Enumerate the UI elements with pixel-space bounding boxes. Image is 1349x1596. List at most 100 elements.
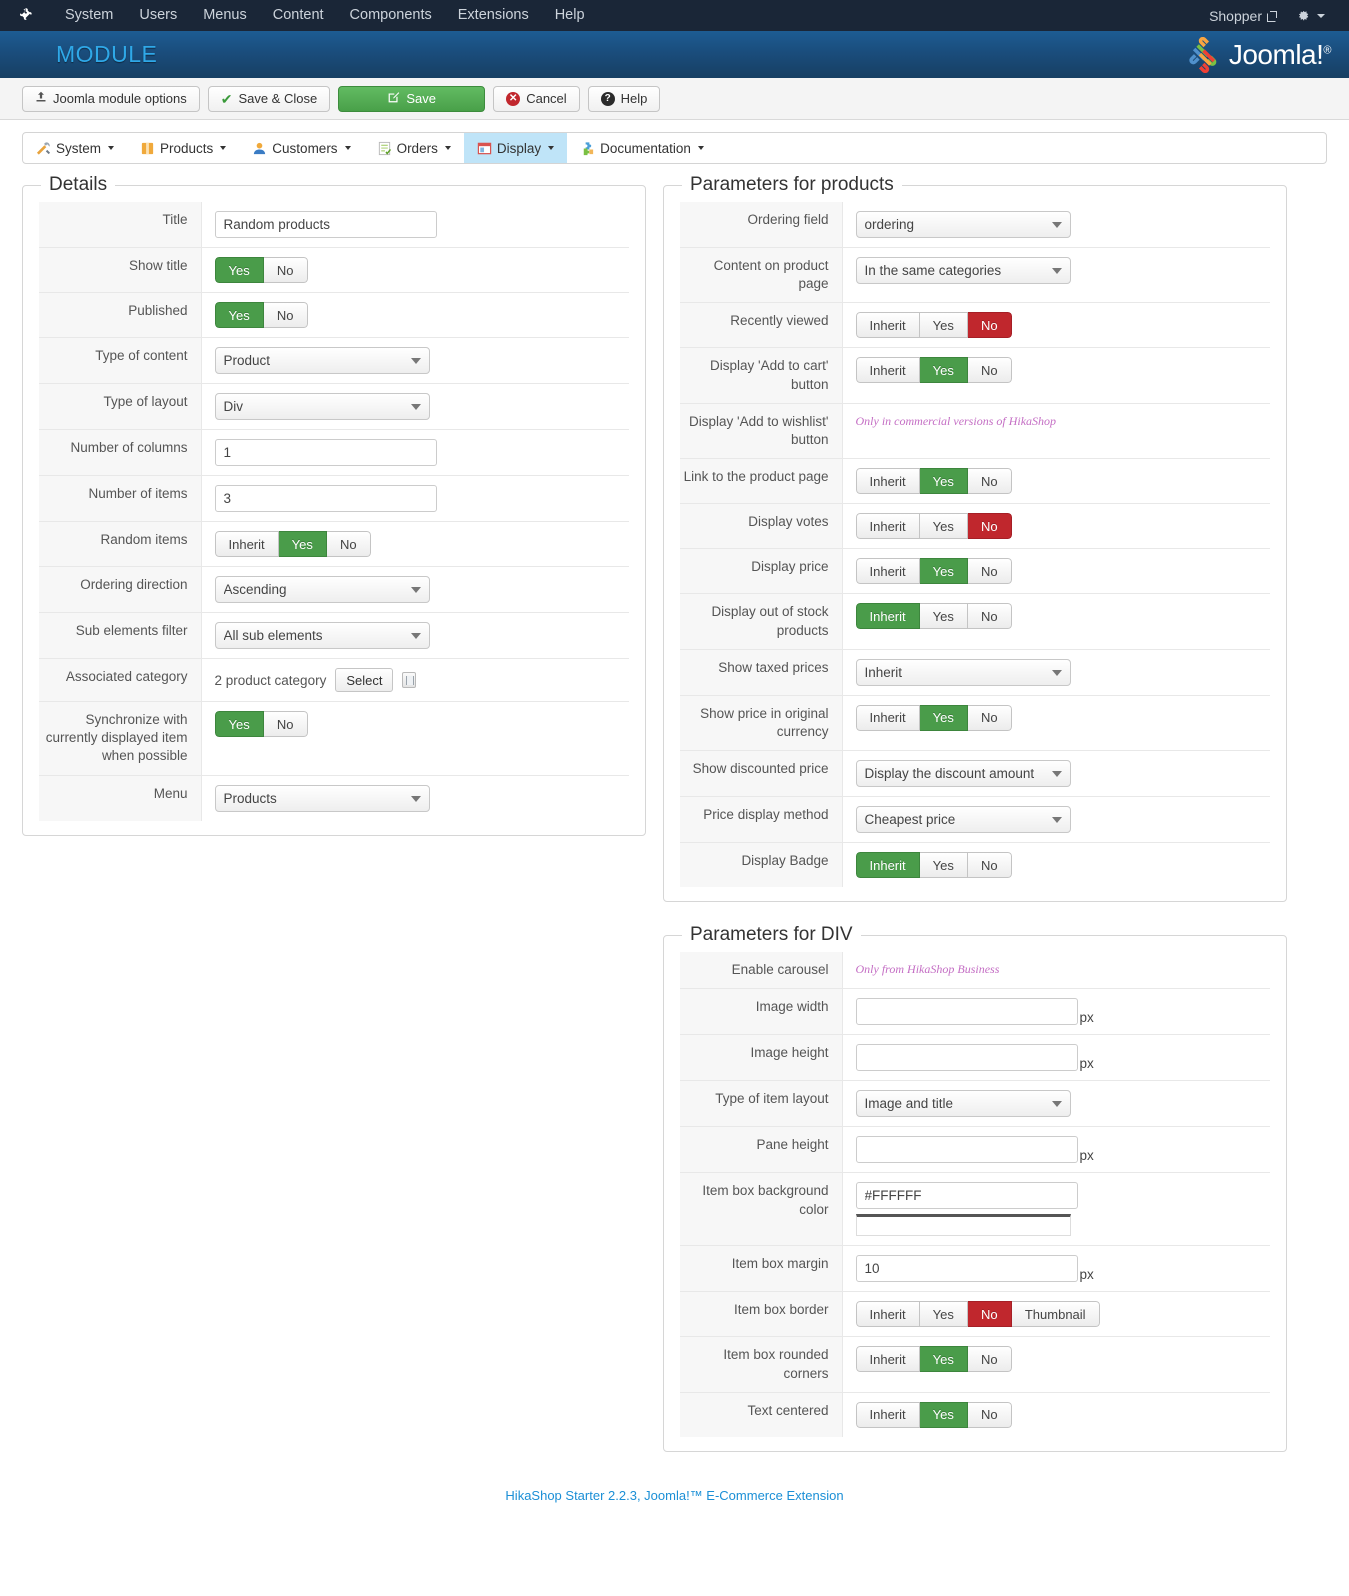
toggle-option-no[interactable]: No	[967, 1301, 1012, 1328]
submenu-item-display[interactable]: Display	[463, 133, 568, 163]
nav-item-help[interactable]: Help	[542, 0, 598, 31]
nav-item-extensions[interactable]: Extensions	[445, 0, 542, 31]
toggle-option-yes[interactable]: Yes	[919, 1346, 968, 1373]
show-title-toggle: Yes No	[214, 257, 308, 283]
toggle-option-inherit[interactable]: Inherit	[855, 1301, 920, 1328]
toggle-option-thumbnail[interactable]: Thumbnail	[1011, 1301, 1100, 1328]
toggle-option-no[interactable]: No	[967, 513, 1012, 540]
toggle-option-inherit[interactable]: Inherit	[855, 312, 920, 339]
toggle-option-yes[interactable]: Yes	[919, 468, 968, 495]
submenu-item-documentation[interactable]: Documentation	[567, 133, 717, 163]
field-row-display-add-to-cart: Display 'Add to cart' button Inherit Yes…	[680, 347, 1270, 404]
toggle-option-no[interactable]: No	[967, 357, 1012, 384]
ordering-field-select[interactable]: ordering	[855, 211, 1071, 238]
toggle-option-inherit[interactable]: Inherit	[855, 558, 920, 585]
toggle-option-no[interactable]: No	[967, 1401, 1012, 1428]
toggle-option-yes[interactable]: Yes	[214, 711, 264, 737]
title-input[interactable]	[214, 211, 437, 238]
submenu-item-products[interactable]: Products	[127, 133, 239, 163]
nav-item-system[interactable]: System	[52, 0, 126, 31]
field-row-ordering-field: Ordering field ordering	[680, 202, 1270, 248]
type-of-content-select[interactable]: Product	[214, 347, 430, 374]
joomla-module-options-button[interactable]: Joomla module options	[22, 85, 200, 112]
trash-icon[interactable]	[402, 672, 417, 688]
number-of-items-input[interactable]	[214, 485, 437, 512]
wrench-screwdriver-icon	[36, 141, 51, 155]
toggle-option-inherit[interactable]: Inherit	[855, 704, 920, 731]
toggle-option-inherit[interactable]: Inherit	[855, 468, 920, 495]
toggle-option-no[interactable]: No	[263, 711, 308, 737]
submenu-item-orders[interactable]: Orders	[364, 133, 464, 163]
select-category-button[interactable]: Select	[335, 668, 394, 692]
nav-item-users[interactable]: Users	[126, 0, 190, 31]
ordering-direction-select[interactable]: Ascending	[214, 576, 430, 603]
toggle-option-yes[interactable]: Yes	[919, 852, 968, 879]
save-button[interactable]: Save	[338, 85, 486, 112]
toggle-option-no[interactable]: No	[967, 704, 1012, 731]
show-discounted-price-select[interactable]: Display the discount amount	[855, 760, 1071, 788]
cancel-button[interactable]: ✕ Cancel	[493, 85, 580, 112]
toggle-option-inherit[interactable]: Inherit	[855, 513, 920, 540]
toggle-option-yes[interactable]: Yes	[214, 257, 264, 283]
toggle-option-no[interactable]: No	[967, 852, 1012, 879]
toggle-option-no[interactable]: No	[263, 257, 308, 283]
toggle-option-yes[interactable]: Yes	[919, 603, 968, 630]
field-label: Show title	[39, 247, 202, 293]
show-taxed-prices-select[interactable]: Inherit	[855, 658, 1071, 686]
toggle-option-yes[interactable]: Yes	[919, 312, 968, 339]
field-row-item-box-border: Item box border Inherit Yes No Thumbnail	[680, 1291, 1270, 1337]
pane-height-input[interactable]	[855, 1136, 1078, 1164]
toggle-option-yes[interactable]: Yes	[919, 513, 968, 540]
toggle-option-no[interactable]: No	[967, 558, 1012, 585]
toggle-option-yes[interactable]: Yes	[919, 1301, 968, 1328]
image-height-input[interactable]	[855, 1044, 1078, 1072]
toggle-option-yes[interactable]: Yes	[919, 1401, 968, 1428]
toggle-option-no[interactable]: No	[967, 468, 1012, 495]
type-of-item-layout-select[interactable]: Image and title	[855, 1090, 1071, 1118]
user-menu[interactable]: Shopper	[1209, 8, 1277, 24]
toggle-option-no[interactable]: No	[967, 1346, 1012, 1373]
toggle-option-inherit[interactable]: Inherit	[855, 357, 920, 384]
joomla-logo-icon[interactable]	[18, 7, 36, 25]
toggle-option-inherit[interactable]: Inherit	[855, 1401, 920, 1428]
toggle-option-yes[interactable]: Yes	[278, 531, 327, 557]
submenu-item-system[interactable]: System	[23, 133, 127, 163]
toggle-option-yes[interactable]: Yes	[919, 704, 968, 731]
settings-menu[interactable]	[1283, 8, 1335, 23]
type-of-layout-select[interactable]: Div	[214, 393, 430, 420]
toggle-option-yes[interactable]: Yes	[919, 558, 968, 585]
footer-link[interactable]: HikaShop Starter 2.2.3, Joomla!™ E-Comme…	[505, 1488, 843, 1503]
menu-select[interactable]: Products	[214, 784, 430, 812]
toggle-option-inherit[interactable]: Inherit	[855, 852, 920, 879]
toggle-option-no[interactable]: No	[967, 603, 1012, 630]
nav-item-components[interactable]: Components	[337, 0, 445, 31]
number-of-columns-input[interactable]	[214, 439, 437, 466]
color-picker-swatch[interactable]	[855, 1214, 1071, 1237]
item-box-background-color-input[interactable]	[855, 1182, 1078, 1210]
toggle-option-yes[interactable]: Yes	[919, 357, 968, 384]
toggle-option-no[interactable]: No	[326, 531, 371, 557]
item-box-margin-input[interactable]	[855, 1255, 1078, 1283]
help-button[interactable]: ? Help	[587, 85, 661, 112]
price-display-method-select[interactable]: Cheapest price	[855, 806, 1071, 834]
image-width-input[interactable]	[855, 998, 1078, 1026]
submenu-item-customers[interactable]: Customers	[239, 133, 363, 163]
field-label: Ordering direction	[39, 566, 202, 613]
toggle-option-yes[interactable]: Yes	[214, 302, 264, 328]
field-row-type-of-content: Type of content Product	[39, 337, 629, 384]
field-label: Link to the product page	[680, 458, 843, 504]
toggle-option-inherit[interactable]: Inherit	[855, 1346, 920, 1373]
toggle-option-inherit[interactable]: Inherit	[855, 603, 920, 630]
field-label: Published	[39, 292, 202, 338]
toggle-option-no[interactable]: No	[967, 312, 1012, 339]
submenu-label: Customers	[272, 140, 338, 156]
content-on-product-page-select[interactable]: In the same categories	[855, 257, 1071, 284]
save-close-button[interactable]: ✔ Save & Close	[207, 85, 331, 112]
nav-item-menus[interactable]: Menus	[190, 0, 260, 31]
toggle-option-inherit[interactable]: Inherit	[214, 531, 279, 557]
nav-item-content[interactable]: Content	[260, 0, 337, 31]
toggle-option-no[interactable]: No	[263, 302, 308, 328]
sub-elements-filter-select[interactable]: All sub elements	[214, 622, 430, 649]
field-label: Show discounted price	[680, 750, 843, 797]
field-row-content-on-product-page: Content on product page In the same cate…	[680, 247, 1270, 303]
